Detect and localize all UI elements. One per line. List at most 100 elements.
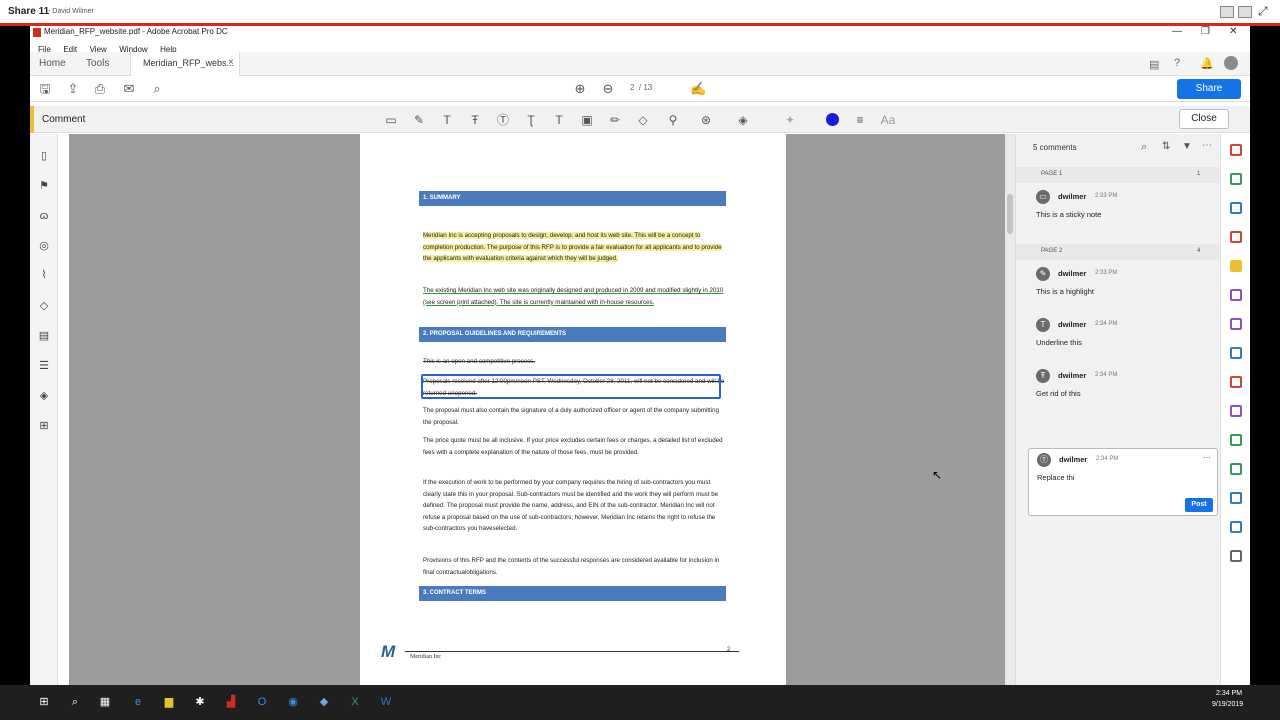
taskbar-time[interactable]: 2:34 PM: [1216, 690, 1242, 697]
strikethrough-icon[interactable]: Ŧ: [467, 112, 483, 128]
structure-icon[interactable]: ⊞: [37, 419, 51, 433]
close-comment-button[interactable]: Close: [1179, 109, 1229, 129]
shapes-icon[interactable]: ◈: [735, 112, 751, 128]
tab-document[interactable]: Meridian_RFP_webs... ×: [130, 52, 240, 76]
underline-text-icon[interactable]: T: [439, 112, 455, 128]
prev-page-icon[interactable]: ⊕: [572, 81, 588, 97]
page-current[interactable]: 2: [630, 83, 634, 92]
destinations-icon[interactable]: ▤: [37, 329, 51, 343]
redact-icon[interactable]: [1230, 376, 1242, 388]
acrobat-taskbar-icon[interactable]: ▟: [223, 694, 239, 710]
outlook-icon[interactable]: O: [254, 694, 270, 710]
save-icon[interactable]: 🖫: [37, 81, 53, 97]
share-view-icon[interactable]: [1220, 6, 1234, 18]
comment-item[interactable]: ▭ dwilmer 2:33 PM This is a sticky note: [1028, 188, 1218, 234]
document-viewport[interactable]: ◀ ▶ 1. SUMMARY Meridian Inc is accepting…: [69, 134, 1015, 685]
more-options-icon[interactable]: ⋯: [1202, 140, 1212, 151]
excel-icon[interactable]: X: [347, 694, 363, 710]
comment-item[interactable]: T dwilmer 2:34 PM Underline this: [1028, 316, 1218, 362]
paragraph-highlighted[interactable]: Meridian Inc is accepting proposals to d…: [423, 230, 728, 265]
add-text-icon[interactable]: T: [551, 112, 567, 128]
line-weight-icon[interactable]: ≡: [852, 112, 868, 128]
share-grid-icon[interactable]: [1238, 6, 1252, 18]
replace-text-icon[interactable]: Ⓣ: [495, 112, 511, 128]
app-icon[interactable]: ◉: [285, 694, 301, 710]
page-group-header[interactable]: PAGE 1 1: [1016, 167, 1221, 183]
share-fullscreen-icon[interactable]: ⤢: [1258, 4, 1268, 19]
paragraph-underlined[interactable]: The existing Meridian Inc web site was o…: [423, 285, 728, 308]
protect-icon[interactable]: [1230, 347, 1242, 359]
upload-icon[interactable]: ⇪: [65, 81, 81, 97]
search-comments-icon[interactable]: ⌕: [1141, 141, 1147, 154]
taskbar-search-icon[interactable]: ⌕: [67, 694, 83, 710]
create-pdf-icon[interactable]: [1230, 144, 1242, 156]
insert-text-icon[interactable]: Ʈ: [523, 112, 539, 128]
signature-icon[interactable]: ɷ: [37, 209, 51, 223]
pin-icon[interactable]: ✦: [782, 112, 798, 128]
scrollbar-thumb[interactable]: [1007, 194, 1013, 234]
color-picker[interactable]: [826, 113, 839, 126]
tag-icon[interactable]: ◈: [37, 389, 51, 403]
stamp-icon[interactable]: ⚲: [665, 112, 681, 128]
comment-item[interactable]: Ŧ dwilmer 2:34 PM Get rid of this: [1028, 367, 1218, 413]
eraser-icon[interactable]: ◇: [635, 112, 651, 128]
page-thumbnails-icon[interactable]: ▯: [37, 149, 51, 163]
forms-icon[interactable]: ☰: [37, 359, 51, 373]
text-properties-icon[interactable]: Aa: [880, 112, 896, 128]
comment-input[interactable]: Replace thi: [1037, 473, 1075, 482]
word-icon[interactable]: W: [378, 694, 394, 710]
stamp-tool-icon[interactable]: [1230, 521, 1242, 533]
attach-icon[interactable]: ⊛: [698, 112, 714, 128]
share-button[interactable]: Share: [1177, 79, 1241, 99]
bookmark-icon[interactable]: ⚑: [37, 179, 51, 193]
next-page-icon[interactable]: ⊖: [600, 81, 616, 97]
start-icon[interactable]: ⊞: [36, 694, 52, 710]
settings-icon[interactable]: ✱: [192, 694, 208, 710]
search-icon[interactable]: ⌕: [149, 81, 165, 97]
selection-box[interactable]: [421, 374, 721, 399]
measure-icon[interactable]: [1230, 492, 1242, 504]
export-pdf-icon[interactable]: [1230, 173, 1242, 185]
chat-icon[interactable]: ▤: [1149, 58, 1159, 71]
prepare-form-icon[interactable]: [1230, 405, 1242, 417]
tab-close-icon[interactable]: ×: [228, 57, 234, 68]
sticky-note-icon[interactable]: ▭: [383, 112, 399, 128]
avatar[interactable]: [1224, 56, 1238, 70]
layers-icon[interactable]: ◇: [37, 299, 51, 313]
sign-icon[interactable]: ✍: [690, 81, 706, 97]
layers-app-icon[interactable]: ◆: [316, 694, 332, 710]
comment-more-icon[interactable]: ⋯: [1203, 453, 1211, 462]
help-icon[interactable]: ?: [1174, 57, 1180, 69]
window-close-icon[interactable]: ✕: [1229, 26, 1237, 37]
email-icon[interactable]: ✉: [121, 81, 137, 97]
minimize-icon[interactable]: —: [1172, 26, 1182, 37]
print-production-icon[interactable]: [1230, 463, 1242, 475]
attachment-icon[interactable]: ⌇: [37, 268, 51, 282]
sort-icon[interactable]: ⇅: [1162, 141, 1170, 152]
file-explorer-icon[interactable]: ▆: [161, 694, 177, 710]
bell-icon[interactable]: 🔔: [1200, 57, 1214, 70]
comment-item[interactable]: ✎ dwilmer 2:33 PM This is a highlight: [1028, 265, 1218, 311]
highlight-annotation[interactable]: Meridian Inc is accepting proposals to d…: [423, 232, 722, 262]
edge-icon[interactable]: e: [130, 694, 146, 710]
more-tools-icon[interactable]: [1230, 550, 1242, 562]
vertical-scrollbar[interactable]: [1005, 134, 1015, 685]
paragraph-struck[interactable]: This is an open and competitive process.: [423, 356, 728, 368]
comment-item-editing[interactable]: Ⓣ dwilmer 2:34 PM Replace thi ⋯ Post: [1028, 448, 1218, 516]
taskbar-date[interactable]: 9/19/2019: [1212, 701, 1243, 708]
comment-editor[interactable]: Ⓣ dwilmer 2:34 PM Replace thi: [1029, 451, 1219, 497]
pencil-icon[interactable]: ✏: [607, 112, 623, 128]
page-group-header[interactable]: PAGE 2 4: [1016, 244, 1221, 260]
certificates-icon[interactable]: [1230, 434, 1242, 446]
filter-icon[interactable]: ▼: [1182, 141, 1192, 152]
post-button[interactable]: Post: [1185, 498, 1213, 512]
highlight-icon[interactable]: ✎: [411, 112, 427, 128]
comment-tool-icon[interactable]: [1230, 260, 1242, 272]
maximize-icon[interactable]: ❐: [1201, 26, 1210, 37]
send-for-signature-icon[interactable]: [1230, 318, 1242, 330]
page-indicator[interactable]: 2 / 13: [630, 83, 652, 92]
organize-pages-icon[interactable]: [1230, 231, 1242, 243]
fill-sign-icon[interactable]: [1230, 289, 1242, 301]
accessibility-icon[interactable]: ◎: [37, 239, 51, 253]
text-box-icon[interactable]: ▣: [579, 112, 595, 128]
